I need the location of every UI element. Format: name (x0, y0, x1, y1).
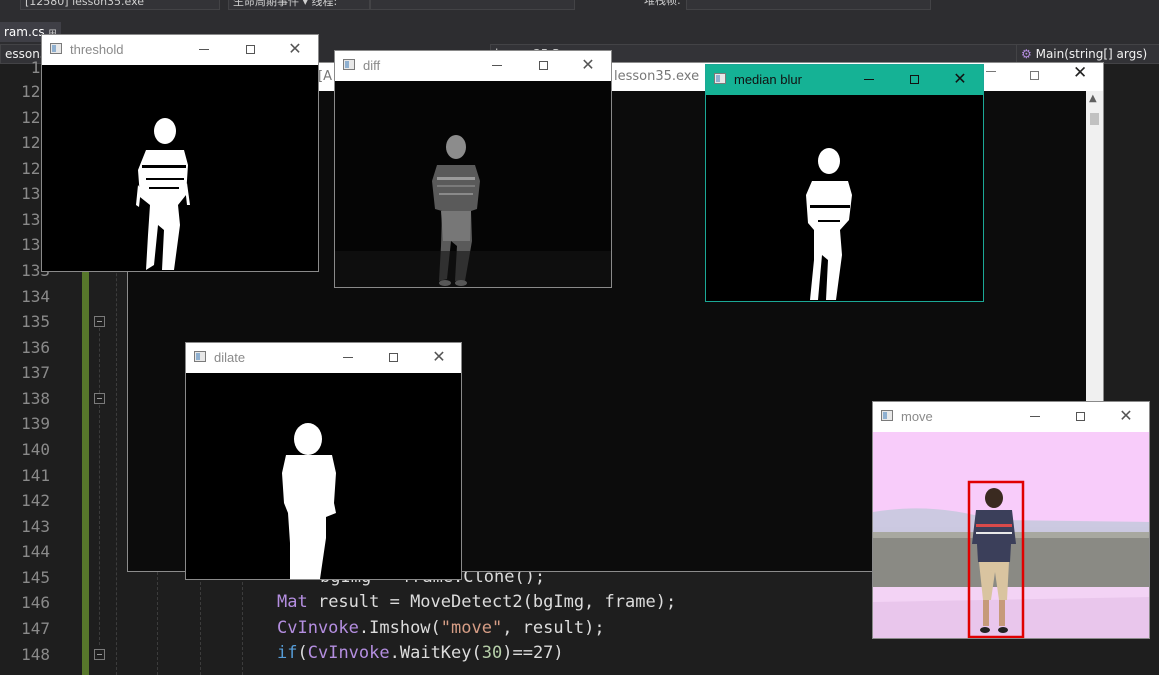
window-title: move (901, 409, 933, 424)
code-string: "move" (440, 618, 503, 638)
window-title: dilate (214, 350, 246, 365)
close-button[interactable]: ✕ (1115, 406, 1137, 426)
window-app-icon (714, 73, 726, 84)
line-number: 144 (21, 542, 50, 561)
fold-toggle[interactable] (94, 316, 105, 327)
minimize-button[interactable] (858, 69, 880, 89)
line-number: 143 (21, 517, 50, 536)
window-title: diff (363, 58, 381, 73)
line-number: 137 (21, 363, 50, 382)
code-text: , result); (502, 618, 605, 638)
code-line-148: if(CvInvoke.WaitKey(30)==27) (277, 643, 564, 663)
vs-toolbar: [12580] lesson35.exe 生命周期事件 ▾ 线程: 堆栈帧: (0, 0, 1159, 12)
indent-guide (242, 572, 243, 675)
line-number: 139 (21, 414, 50, 433)
console-title: lesson35.exe (614, 69, 700, 84)
median-blur-silhouette (806, 148, 852, 300)
line-number: 135 (21, 312, 50, 331)
method-dropdown[interactable]: ⚙ Main(string[] args) (1016, 44, 1159, 64)
window-titlebar[interactable]: median blur ✕ (706, 65, 983, 95)
line-number: 145 (21, 568, 50, 587)
code-line-146: Mat result = MoveDetect2(bgImg, frame); (277, 592, 676, 612)
code-text: ( (297, 643, 308, 663)
fold-toggle[interactable] (94, 393, 105, 404)
fold-guide (99, 405, 100, 645)
threshold-image (42, 65, 318, 271)
threshold-window[interactable]: threshold ✕ (41, 34, 319, 272)
method-label: Main(string[] args) (1035, 47, 1148, 61)
close-button[interactable]: ✕ (1073, 63, 1087, 83)
move-window[interactable]: move ✕ (872, 401, 1150, 639)
method-icon: ⚙ (1021, 47, 1032, 61)
code-type: CvInvoke (307, 643, 390, 663)
threshold-silhouette (136, 118, 190, 270)
close-button[interactable]: ✕ (428, 347, 450, 367)
diff-image (335, 81, 611, 287)
scroll-thumb[interactable] (1090, 113, 1099, 125)
indent-guide (200, 572, 201, 675)
maximize-button[interactable] (1069, 406, 1091, 426)
line-number: 146 (21, 593, 50, 612)
console-title-partial: [A (318, 69, 332, 84)
stack-frame-dropdown[interactable] (686, 0, 931, 10)
code-type: Mat (277, 592, 308, 612)
line-number: 142 (21, 491, 50, 510)
maximize-button[interactable] (532, 55, 554, 75)
close-button[interactable]: ✕ (577, 55, 599, 75)
window-titlebar[interactable]: move ✕ (873, 402, 1149, 432)
line-number: 148 (21, 645, 50, 664)
code-text: .Imshow( (358, 618, 441, 638)
window-app-icon (50, 43, 62, 54)
window-app-icon (881, 410, 893, 421)
minimize-button[interactable] (337, 347, 359, 367)
maximize-button[interactable] (239, 39, 261, 59)
move-scene (873, 432, 1149, 638)
code-line-147: CvInvoke.Imshow("move", result); (277, 618, 605, 638)
code-number: 30 (481, 643, 503, 663)
code-type: CvInvoke (277, 618, 359, 638)
median-blur-image (706, 95, 983, 301)
process-dropdown[interactable]: [12580] lesson35.exe (20, 0, 220, 10)
maximize-button[interactable] (382, 347, 404, 367)
line-number: 141 (21, 466, 50, 485)
line-number: 134 (21, 287, 50, 306)
code-text: )==27) (502, 643, 564, 663)
indent-guide (157, 572, 158, 675)
window-app-icon (194, 351, 206, 362)
window-title: median blur (734, 72, 802, 87)
line-number: 136 (21, 338, 50, 357)
minimize-button[interactable] (193, 39, 215, 59)
dilate-image (186, 373, 461, 579)
diff-person (335, 135, 611, 287)
lifecycle-dropdown[interactable]: 生命周期事件 ▾ 线程: (228, 0, 370, 10)
fold-toggle[interactable] (94, 649, 105, 660)
scroll-up-icon[interactable]: ▲ (1089, 93, 1097, 104)
line-number: 140 (21, 440, 50, 459)
stack-label: 堆栈帧: (644, 0, 681, 7)
thread-dropdown[interactable] (370, 0, 575, 10)
window-title: threshold (70, 42, 124, 57)
close-button[interactable]: ✕ (284, 39, 306, 59)
maximize-button[interactable] (903, 69, 925, 89)
minimize-button[interactable] (486, 55, 508, 75)
window-titlebar[interactable]: threshold ✕ (42, 35, 318, 65)
close-button[interactable]: ✕ (949, 69, 971, 89)
window-titlebar[interactable]: diff ✕ (335, 51, 611, 81)
code-text: result = MoveDetect2(bgImg, frame); (307, 592, 677, 612)
move-image (873, 432, 1149, 638)
window-titlebar[interactable]: dilate ✕ (186, 343, 461, 373)
code-keyword: if (277, 643, 298, 663)
fold-guide (99, 328, 100, 393)
dilate-silhouette (282, 423, 336, 579)
line-number: 138 (21, 389, 50, 408)
median-blur-window[interactable]: median blur ✕ (705, 64, 984, 302)
diff-window[interactable]: diff ✕ (334, 50, 612, 288)
line-number: 147 (21, 619, 50, 638)
minimize-button[interactable] (1024, 406, 1046, 426)
tab-label: ram.cs (4, 25, 45, 39)
dilate-window[interactable]: dilate ✕ (185, 342, 462, 580)
window-app-icon (343, 59, 355, 70)
code-text: .WaitKey( (389, 643, 482, 663)
